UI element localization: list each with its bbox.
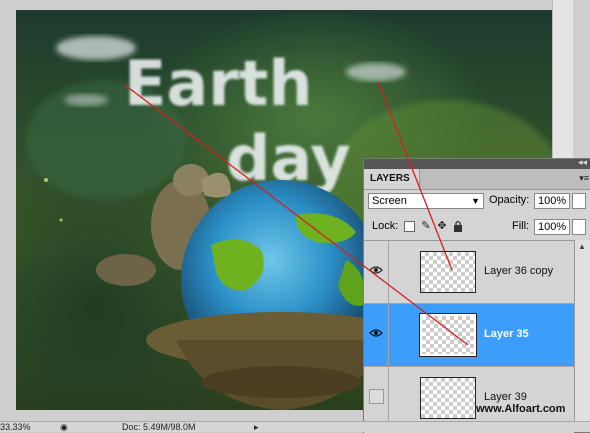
status-bar: 33.33% ◉ Doc: 5.49M/98.0M ▸ bbox=[0, 421, 590, 432]
callout-line bbox=[124, 84, 469, 346]
watermark-text: www.Alfoart.com bbox=[476, 403, 566, 415]
callout-lines bbox=[124, 81, 469, 346]
callout-line bbox=[377, 81, 453, 271]
